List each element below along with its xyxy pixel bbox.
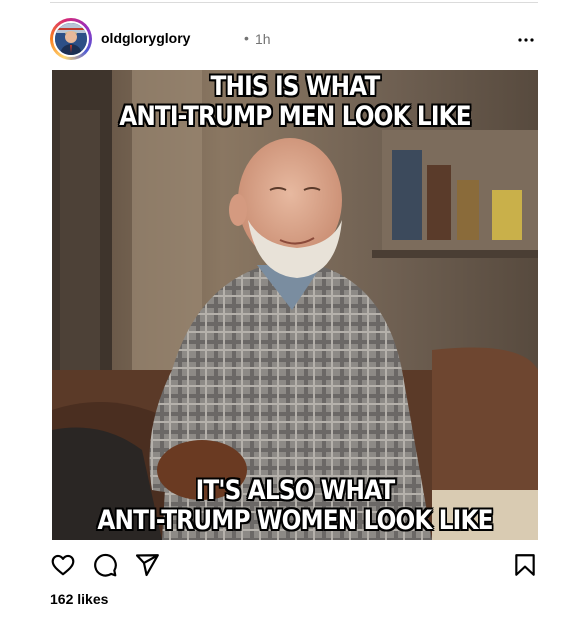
bookmark-icon (515, 554, 535, 576)
share-button[interactable] (134, 552, 160, 578)
post-actions (50, 550, 538, 580)
comment-button[interactable] (92, 552, 118, 578)
post-image[interactable]: THIS IS WHAT ANTI-TRUMP MEN LOOK LIKE IT… (52, 70, 538, 540)
meme-caption-bottom-line-1: IT'S ALSO WHAT (195, 475, 396, 506)
avatar-image (55, 23, 87, 55)
username[interactable]: oldgloryglory (101, 30, 190, 46)
like-count[interactable]: 162 likes (50, 591, 108, 607)
like-button[interactable] (50, 552, 76, 578)
save-button[interactable] (512, 552, 538, 578)
avatar[interactable] (53, 21, 89, 57)
more-options-button[interactable] (514, 28, 538, 52)
post-time[interactable]: 1h (255, 31, 271, 47)
heart-icon (51, 554, 75, 576)
top-divider (50, 2, 538, 3)
meme-caption-bottom-line-2: ANTI-TRUMP WOMEN LOOK LIKE (97, 505, 493, 536)
comment-icon (94, 553, 117, 577)
meme-caption-top-line-1: THIS IS WHAT (210, 71, 381, 102)
more-options-icon (518, 38, 534, 42)
separator-dot: • (244, 30, 249, 46)
meme-caption-top-line-2: ANTI-TRUMP MEN LOOK LIKE (119, 101, 471, 132)
post-header: oldgloryglory • 1h (50, 18, 538, 62)
meme-photo (52, 70, 538, 540)
story-ring[interactable] (50, 18, 92, 60)
share-icon (135, 554, 159, 577)
